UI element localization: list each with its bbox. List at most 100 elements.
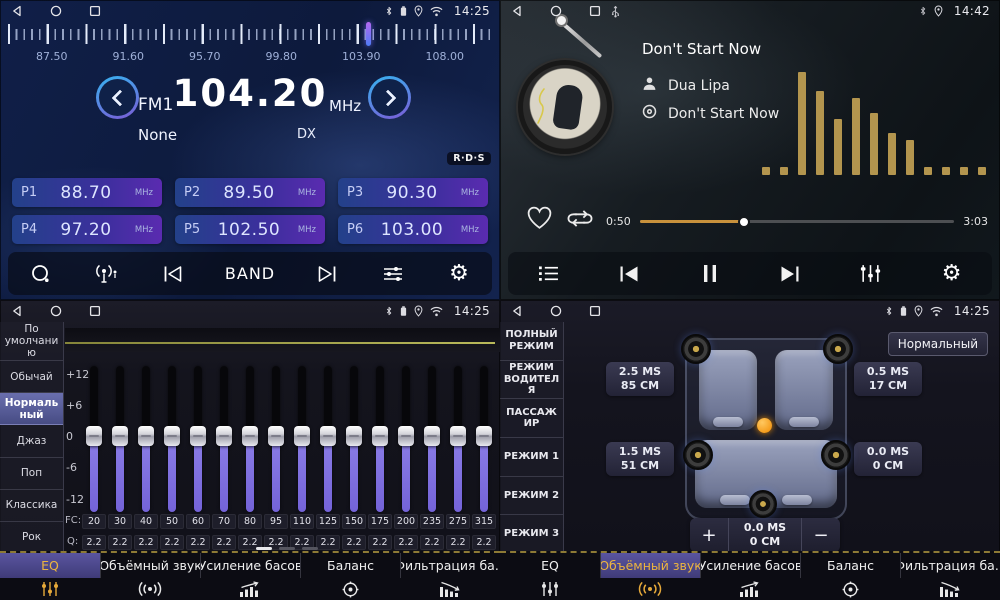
eq-preset-item[interactable]: Классика — [0, 490, 63, 522]
eq-preset-item[interactable]: Рок — [0, 522, 63, 553]
delay-rear-right-button[interactable]: 0.0 MS 0 CM — [854, 442, 922, 476]
eq-preset-item[interactable]: Обычай — [0, 361, 63, 393]
eq-band-slider[interactable] — [268, 366, 284, 512]
fc-value-chip[interactable]: 315 — [472, 514, 496, 529]
tab-balance[interactable]: Баланс — [300, 553, 400, 600]
delay-front-left-button[interactable]: 2.5 MS 85 CM — [606, 362, 674, 396]
fc-value-chip[interactable]: 235 — [420, 514, 444, 529]
fc-value-chip[interactable]: 30 — [108, 514, 132, 529]
delay-minus-button[interactable]: − — [802, 518, 840, 552]
fc-value-chip[interactable]: 80 — [238, 514, 262, 529]
slider-thumb[interactable] — [320, 426, 336, 446]
tuner-settings-icon[interactable] — [373, 257, 413, 291]
eq-band-slider[interactable] — [424, 366, 440, 512]
home-icon[interactable] — [549, 5, 562, 18]
q-value-chip[interactable]: 2.2 — [472, 535, 496, 550]
equalizer-icon[interactable] — [851, 257, 891, 291]
q-value-chip[interactable]: 2.2 — [108, 535, 132, 550]
frequency-ruler[interactable] — [8, 23, 492, 47]
q-value-chip[interactable]: 2.2 — [342, 535, 366, 550]
tab-bass-boost[interactable]: Усиление басов — [700, 553, 800, 600]
slider-thumb[interactable] — [346, 426, 362, 446]
preset-button[interactable]: P3 90.30 MHz — [338, 178, 488, 207]
back-icon[interactable] — [510, 5, 523, 18]
preset-button[interactable]: P2 89.50 MHz — [175, 178, 325, 207]
slider-thumb[interactable] — [294, 426, 310, 446]
next-station-icon[interactable] — [307, 257, 347, 291]
slider-thumb[interactable] — [372, 426, 388, 446]
q-value-chip[interactable]: 2.2 — [186, 535, 210, 550]
back-icon[interactable] — [10, 305, 23, 318]
slider-thumb[interactable] — [242, 426, 258, 446]
playlist-icon[interactable] — [528, 257, 568, 291]
tab-bass-boost[interactable]: Усиление басов — [200, 553, 300, 600]
fc-value-chip[interactable]: 110 — [290, 514, 314, 529]
slider-thumb[interactable] — [424, 426, 440, 446]
repeat-icon[interactable] — [566, 208, 594, 233]
preset-button[interactable]: P6 103.00 MHz — [338, 215, 488, 244]
eq-band-slider[interactable] — [320, 366, 336, 512]
preset-button[interactable]: P5 102.50 MHz — [175, 215, 325, 244]
fc-value-chip[interactable]: 40 — [134, 514, 158, 529]
fc-value-chip[interactable]: 275 — [446, 514, 470, 529]
slider-thumb[interactable] — [476, 426, 492, 446]
back-icon[interactable] — [510, 305, 523, 318]
eq-band-slider[interactable] — [190, 366, 206, 512]
slider-thumb[interactable] — [398, 426, 414, 446]
q-value-chip[interactable]: 2.2 — [446, 535, 470, 550]
surround-mode-item[interactable]: РЕЖИМ 1 — [500, 438, 563, 477]
next-track-icon[interactable] — [770, 257, 810, 291]
eq-band-slider[interactable] — [164, 366, 180, 512]
eq-band-slider[interactable] — [476, 366, 492, 512]
fc-value-chip[interactable]: 95 — [264, 514, 288, 529]
eq-band-slider[interactable] — [216, 366, 232, 512]
surround-mode-item[interactable]: РЕЖИМ ВОДИТЕЛЯ — [500, 361, 563, 400]
slider-thumb[interactable] — [112, 426, 128, 446]
home-icon[interactable] — [549, 305, 562, 318]
q-value-chip[interactable]: 2.2 — [212, 535, 236, 550]
preset-button[interactable]: P1 88.70 MHz — [12, 178, 162, 207]
slider-thumb[interactable] — [190, 426, 206, 446]
delay-plus-button[interactable]: + — [690, 518, 728, 552]
tab-eq[interactable]: EQ — [500, 553, 600, 600]
listener-position-dot[interactable] — [757, 418, 772, 433]
eq-band-slider[interactable] — [398, 366, 414, 512]
eq-band-slider[interactable] — [138, 366, 154, 512]
favorite-heart-icon[interactable] — [526, 206, 553, 234]
tab-surround[interactable]: Объёмный звук — [100, 553, 200, 600]
q-value-chip[interactable]: 2.2 — [316, 535, 340, 550]
front-right-speaker-icon[interactable] — [823, 334, 853, 364]
front-left-speaker-icon[interactable] — [681, 334, 711, 364]
slider-thumb[interactable] — [86, 426, 102, 446]
fc-value-chip[interactable]: 60 — [186, 514, 210, 529]
eq-band-slider[interactable] — [112, 366, 128, 512]
eq-band-slider[interactable] — [346, 366, 362, 512]
q-value-chip[interactable]: 2.2 — [368, 535, 392, 550]
home-icon[interactable] — [49, 305, 62, 318]
fc-value-chip[interactable]: 175 — [368, 514, 392, 529]
tab-balance[interactable]: Баланс — [800, 553, 900, 600]
previous-track-icon[interactable] — [609, 257, 649, 291]
surround-preset-button[interactable]: Нормальный — [888, 332, 988, 356]
recents-icon[interactable] — [588, 305, 601, 318]
tab-surround[interactable]: Объёмный звук — [600, 553, 700, 600]
q-value-chip[interactable]: 2.2 — [160, 535, 184, 550]
broadcast-icon[interactable] — [87, 257, 127, 291]
slider-thumb[interactable] — [268, 426, 284, 446]
slider-thumb[interactable] — [450, 426, 466, 446]
q-value-chip[interactable]: 2.2 — [420, 535, 444, 550]
fc-value-chip[interactable]: 50 — [160, 514, 184, 529]
fc-value-chip[interactable]: 70 — [212, 514, 236, 529]
prev-station-icon[interactable] — [153, 257, 193, 291]
back-icon[interactable] — [10, 5, 23, 18]
eq-band-slider[interactable] — [372, 366, 388, 512]
home-icon[interactable] — [49, 5, 62, 18]
fc-value-chip[interactable]: 125 — [316, 514, 340, 529]
delay-rear-left-button[interactable]: 1.5 MS 51 CM — [606, 442, 674, 476]
q-value-chip[interactable]: 2.2 — [82, 535, 106, 550]
band-button[interactable]: BAND — [219, 257, 281, 291]
eq-preset-item[interactable]: Джаз — [0, 425, 63, 457]
slider-thumb[interactable] — [216, 426, 232, 446]
rear-right-speaker-icon[interactable] — [821, 440, 851, 470]
eq-band-slider[interactable] — [242, 366, 258, 512]
